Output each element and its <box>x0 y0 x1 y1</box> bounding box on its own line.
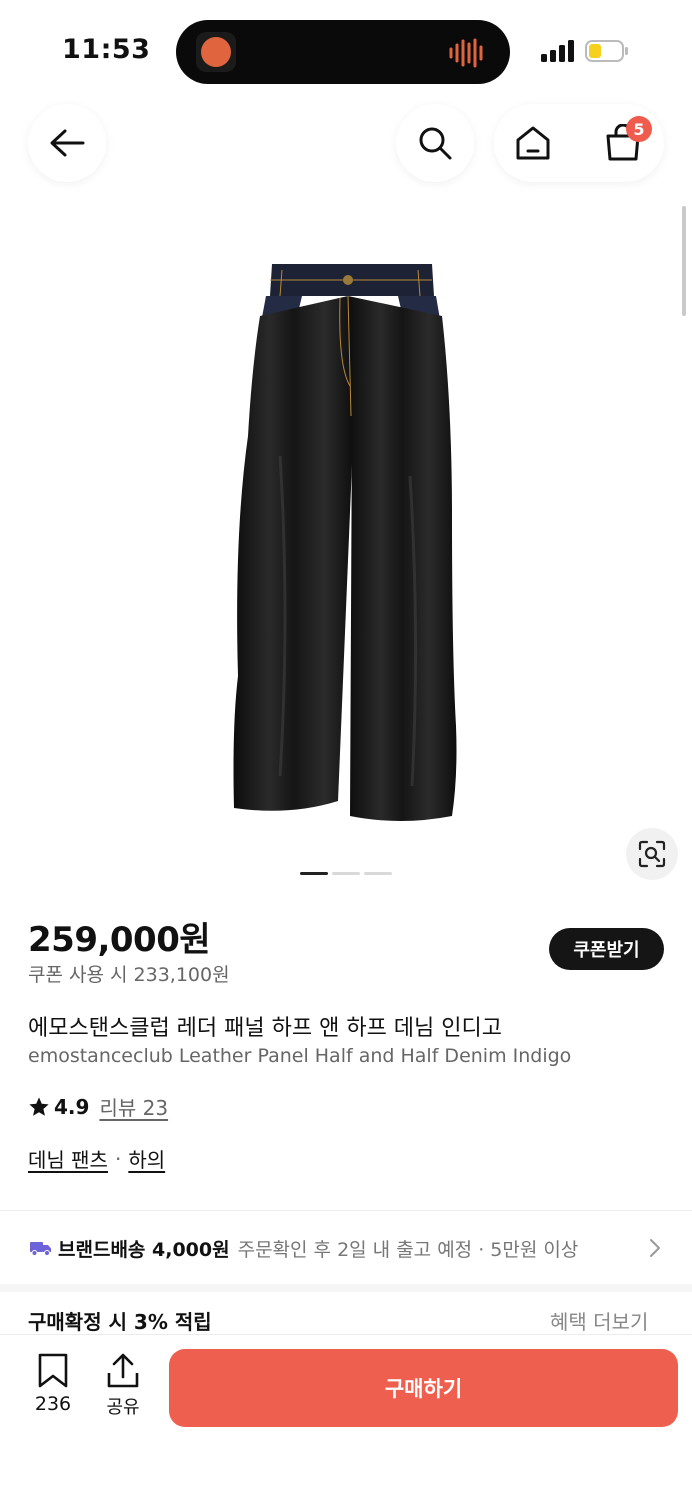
coupon-price: 쿠폰 사용 시 233,100원 <box>28 964 230 986</box>
cellular-signal-icon <box>541 40 574 62</box>
section-divider <box>0 1284 692 1292</box>
benefit-more-link[interactable]: 혜택 더보기 <box>550 1306 648 1335</box>
star-icon <box>29 1096 49 1116</box>
scroll-indicator[interactable] <box>682 206 686 316</box>
chevron-right-icon <box>648 1238 662 1258</box>
divider <box>0 1210 692 1211</box>
back-arrow-icon <box>50 129 85 157</box>
nav-pill: 5 <box>494 104 664 182</box>
bookmark-count: 236 <box>34 1393 72 1415</box>
now-playing-app-icon <box>196 32 236 72</box>
search-button[interactable] <box>396 104 474 182</box>
bottom-action-bar: 236 공유 구매하기 <box>0 1334 692 1500</box>
share-icon <box>107 1353 139 1388</box>
review-link[interactable]: 리뷰 23 <box>99 1092 168 1121</box>
product-price: 259,000원 <box>28 920 211 960</box>
pager-dot-active <box>300 872 328 875</box>
rating-score: 4.9 <box>54 1094 90 1119</box>
product-image[interactable] <box>220 256 472 836</box>
bookmark-icon <box>38 1353 68 1388</box>
battery-icon <box>585 40 628 62</box>
buy-button[interactable]: 구매하기 <box>169 1349 678 1427</box>
cart-count-badge: 5 <box>626 116 652 142</box>
audio-wave-icon <box>449 38 483 68</box>
product-title-en: emostanceclub Leather Panel Half and Hal… <box>28 1045 572 1067</box>
get-coupon-button[interactable]: 쿠폰받기 <box>549 928 664 970</box>
search-icon <box>419 127 452 160</box>
home-icon <box>516 126 550 160</box>
shipping-label: 브랜드배송 4,000원 <box>58 1238 230 1261</box>
status-bar: 11:53 <box>0 0 692 100</box>
category-breadcrumb: 데님 팬츠 · 하의 <box>28 1144 165 1173</box>
status-time: 11:53 <box>62 34 151 65</box>
dynamic-island <box>176 20 510 84</box>
pager-dot <box>332 872 360 875</box>
share-label: 공유 <box>106 1397 140 1418</box>
rating-row: 4.9 리뷰 23 <box>28 1092 168 1121</box>
pager-dot <box>364 872 392 875</box>
category-link-bottoms[interactable]: 하의 <box>128 1144 165 1173</box>
share-button[interactable]: 공유 <box>100 1353 146 1419</box>
truck-icon <box>30 1242 51 1256</box>
category-link-denim-pants[interactable]: 데님 팬츠 <box>28 1144 108 1173</box>
home-button[interactable] <box>510 120 556 166</box>
lens-icon <box>638 840 666 868</box>
lens-search-button[interactable] <box>626 828 678 880</box>
product-title-ko: 에모스탠스클럽 레더 패널 하프 앤 하프 데님 인디고 <box>28 1016 502 1041</box>
image-pager <box>300 872 392 875</box>
bookmark-button[interactable]: 236 <box>28 1353 78 1415</box>
back-button[interactable] <box>28 104 106 182</box>
category-separator: · <box>114 1146 122 1171</box>
reward-label: 구매확정 시 3% 적립 <box>28 1310 212 1334</box>
shipping-row[interactable]: 브랜드배송 4,000원 주문확인 후 2일 내 출고 예정 · 5만원 이상 <box>0 1212 692 1284</box>
shipping-info: 주문확인 후 2일 내 출고 예정 · 5만원 이상 <box>237 1238 579 1261</box>
